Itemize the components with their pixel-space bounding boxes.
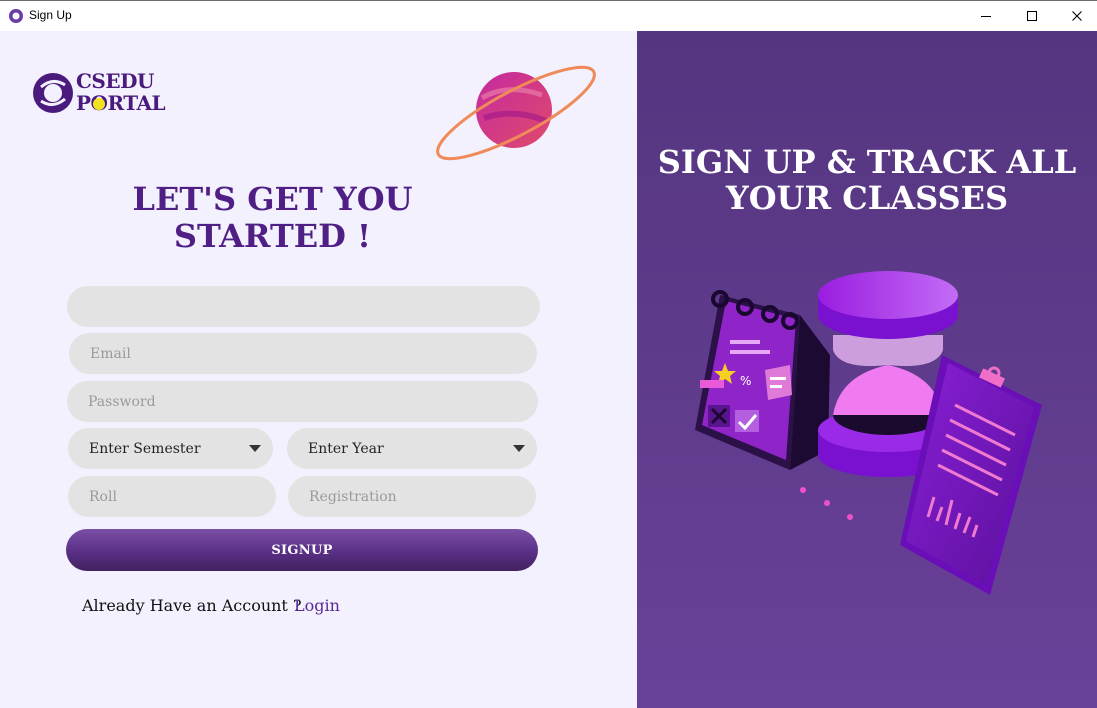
roll-input[interactable]	[68, 476, 276, 517]
heading-line-1: LET'S GET YOU	[132, 180, 413, 218]
window-titlebar: Sign Up	[0, 0, 1097, 31]
logo-ring-icon	[33, 73, 73, 113]
close-button[interactable]	[1054, 1, 1097, 31]
app-icon	[9, 9, 23, 23]
registration-field[interactable]	[288, 476, 536, 517]
email-field[interactable]	[69, 333, 537, 374]
password-field[interactable]	[67, 381, 538, 422]
year-select[interactable]: Enter Year	[287, 428, 537, 469]
logo-text-portal: PORTAL	[76, 91, 166, 115]
logo-text-csedu: CSEDU	[76, 69, 154, 93]
maximize-button[interactable]	[1009, 1, 1055, 31]
close-icon	[1072, 11, 1082, 21]
dropdown-arrow-icon	[513, 445, 525, 452]
window-title: Sign Up	[29, 8, 72, 22]
hero-title-line-2: YOUR CLASSES	[725, 179, 1009, 217]
minimize-icon	[981, 16, 991, 17]
page-heading: LET'S GET YOU STARTED !	[120, 181, 425, 255]
time-tracking-illustration: %	[695, 271, 1042, 595]
name-field[interactable]	[67, 286, 540, 327]
semester-select-value: Enter Semester	[89, 440, 201, 457]
semester-select[interactable]: Enter Semester	[68, 428, 273, 469]
minimize-button[interactable]	[963, 1, 1009, 31]
year-select-value: Enter Year	[308, 440, 384, 457]
already-account-text: Already Have an Account ?	[82, 596, 302, 615]
login-link[interactable]: Login	[294, 596, 340, 615]
csedu-portal-logo: CSEDU PORTAL	[31, 69, 176, 119]
signup-button[interactable]: SIGNUP	[66, 529, 538, 571]
calendar-icon: %	[695, 290, 830, 470]
logo-dot-icon	[93, 98, 105, 110]
signup-form-panel: CSEDU PORTAL LET'S GET YOU STARTED ! Ent…	[0, 31, 637, 708]
registration-input[interactable]	[288, 476, 536, 517]
password-input[interactable]	[67, 381, 538, 422]
planet-illustration	[436, 65, 596, 161]
svg-text:%: %	[740, 374, 751, 388]
name-input[interactable]	[67, 286, 540, 327]
maximize-icon	[1027, 11, 1037, 21]
heading-line-2: STARTED !	[173, 217, 372, 255]
hero-title: SIGN UP & TRACK ALL YOUR CLASSES	[611, 144, 1097, 216]
hero-title-line-1: SIGN UP & TRACK ALL	[657, 143, 1077, 181]
roll-field[interactable]	[68, 476, 276, 517]
dropdown-arrow-icon	[249, 445, 261, 452]
email-input[interactable]	[69, 333, 537, 374]
